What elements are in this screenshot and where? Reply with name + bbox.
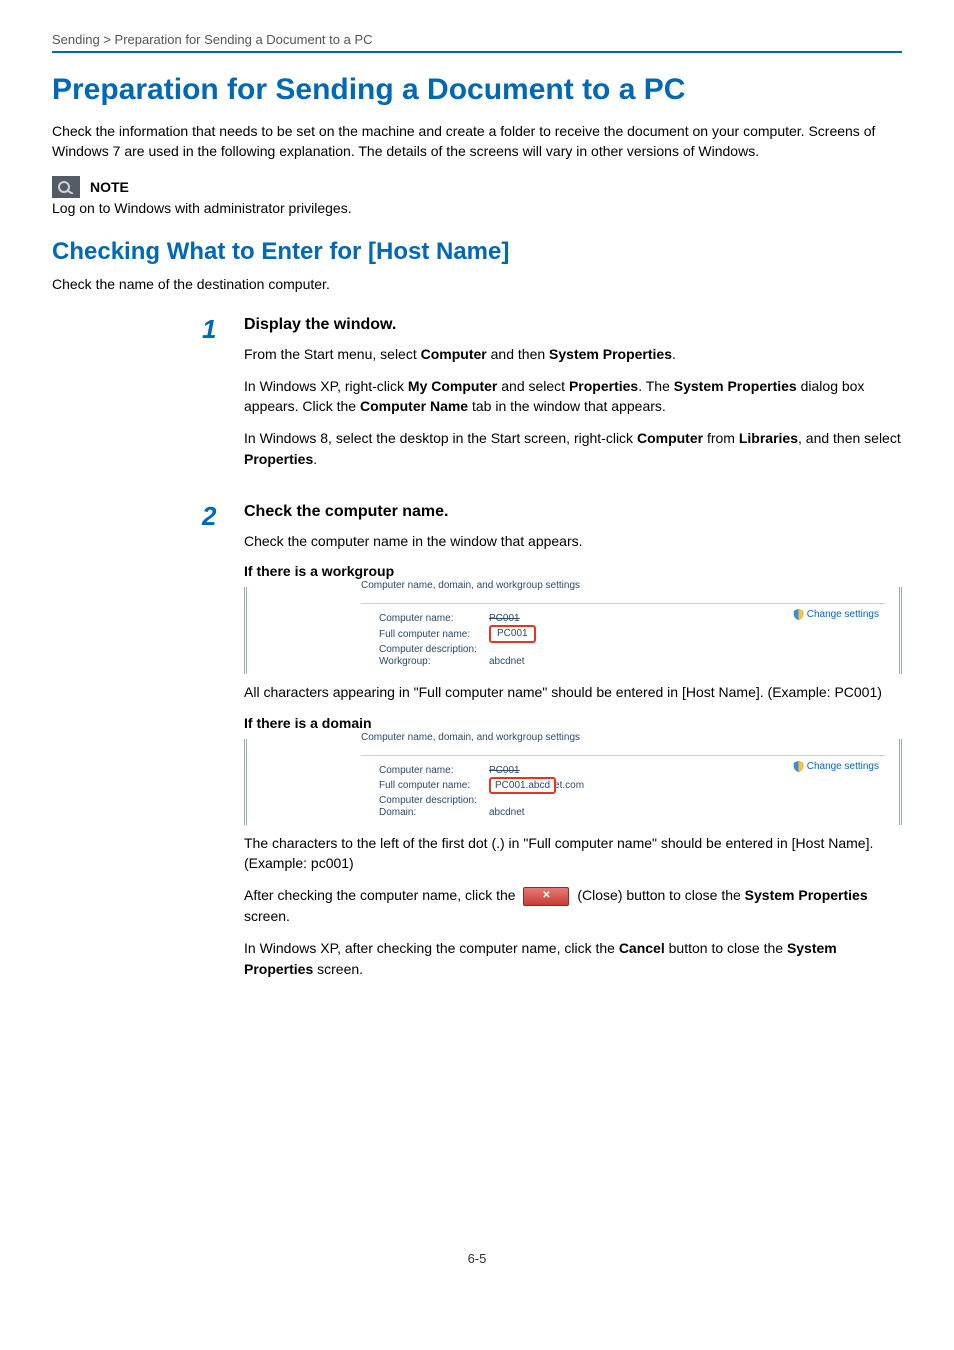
intro-text: Check the information that needs to be s…: [52, 121, 902, 162]
page-title: Preparation for Sending a Document to a …: [52, 73, 902, 107]
value: abcdnet: [489, 656, 525, 667]
close-icon: [523, 887, 569, 906]
ui-ref: System Properties: [745, 887, 868, 903]
label: Domain:: [379, 807, 489, 818]
ui-ref: Libraries: [739, 430, 798, 446]
ui-ref: My Computer: [408, 378, 497, 394]
text: and then: [487, 346, 549, 362]
label: Computer description:: [379, 795, 489, 806]
label: Computer name:: [379, 613, 489, 624]
step1-heading: Display the window.: [244, 316, 902, 334]
screenshot-domain: Computer name, domain, and workgroup set…: [244, 739, 902, 825]
label: Full computer name:: [379, 780, 489, 791]
step-number-2: 2: [202, 503, 232, 529]
change-settings-link[interactable]: Change settings: [793, 609, 879, 620]
text: screen.: [313, 961, 363, 977]
text: . The: [638, 378, 674, 394]
shield-icon: [793, 761, 804, 772]
note-text: Log on to Windows with administrator pri…: [52, 200, 902, 216]
ui-ref: System Properties: [549, 346, 672, 362]
text: In Windows XP, after checking the comput…: [244, 940, 619, 956]
highlight-box: PC001: [489, 625, 536, 643]
breadcrumb: Sending > Preparation for Sending a Docu…: [52, 32, 902, 51]
ui-ref: Computer: [637, 430, 703, 446]
text: .: [672, 346, 676, 362]
text: (Close) button to close the: [573, 887, 744, 903]
row-domain: Domain: abcdnet: [379, 807, 885, 818]
row-full-computer-name: Full computer name: PC001: [379, 625, 885, 643]
domain-explanation: The characters to the left of the first …: [244, 833, 902, 874]
value: PC001: [489, 613, 520, 624]
ui-ref: Computer: [421, 346, 487, 362]
value: PC001: [489, 765, 520, 776]
step2-heading: Check the computer name.: [244, 503, 902, 521]
xp-close-instruction: In Windows XP, after checking the comput…: [244, 938, 902, 979]
text: and select: [497, 378, 569, 394]
label: Computer name:: [379, 765, 489, 776]
value-tail: et.com: [554, 780, 584, 791]
text: from: [703, 430, 739, 446]
text: From the Start menu, select: [244, 346, 421, 362]
screenshot-workgroup: Computer name, domain, and workgroup set…: [244, 587, 902, 674]
fieldset-legend: Computer name, domain, and workgroup set…: [357, 732, 584, 743]
section-title: Checking What to Enter for [Host Name]: [52, 238, 902, 266]
row-full-computer-name: Full computer name: PC001.abcdet.com: [379, 777, 885, 794]
section-lead: Check the name of the destination comput…: [52, 276, 902, 292]
text: tab in the window that appears.: [468, 398, 666, 414]
text: , and then select: [798, 430, 901, 446]
change-settings-text: Change settings: [807, 761, 879, 772]
label: Computer description:: [379, 644, 489, 655]
note-icon: [52, 176, 80, 198]
shield-icon: [793, 609, 804, 620]
step2-lead: Check the computer name in the window th…: [244, 531, 902, 551]
row-workgroup: Workgroup: abcdnet: [379, 656, 885, 667]
ui-ref: Properties: [569, 378, 638, 394]
breadcrumb-rule: [52, 51, 902, 53]
step-2: 2 Check the computer name. Check the com…: [52, 503, 902, 991]
ui-ref: Computer Name: [360, 398, 468, 414]
ui-ref: System Properties: [674, 378, 797, 394]
text: In Windows XP, right-click: [244, 378, 408, 394]
note-label: NOTE: [90, 179, 129, 195]
text: screen.: [244, 908, 290, 924]
subhead-domain: If there is a domain: [244, 715, 902, 731]
row-computer-description: Computer description:: [379, 644, 885, 655]
ui-ref: Cancel: [619, 940, 665, 956]
ui-ref: Properties: [244, 451, 313, 467]
text: After checking the computer name, click …: [244, 887, 519, 903]
change-settings-link[interactable]: Change settings: [793, 761, 879, 772]
label: Full computer name:: [379, 629, 489, 640]
step-1: 1 Display the window. From the Start men…: [52, 316, 902, 481]
label: Workgroup:: [379, 656, 489, 667]
text: button to close the: [665, 940, 787, 956]
workgroup-explanation: All characters appearing in "Full comput…: [244, 682, 902, 702]
fieldset-legend: Computer name, domain, and workgroup set…: [357, 580, 584, 591]
change-settings-text: Change settings: [807, 609, 879, 620]
step-number-1: 1: [202, 316, 232, 342]
step1-p1: From the Start menu, select Computer and…: [244, 344, 902, 364]
text: In Windows 8, select the desktop in the …: [244, 430, 637, 446]
row-computer-description: Computer description:: [379, 795, 885, 806]
step1-p2: In Windows XP, right-click My Computer a…: [244, 376, 902, 417]
subhead-workgroup: If there is a workgroup: [244, 563, 902, 579]
step1-p3: In Windows 8, select the desktop in the …: [244, 428, 902, 469]
close-instruction: After checking the computer name, click …: [244, 885, 902, 926]
highlight-box: PC001.abcd: [489, 777, 556, 794]
value: abcdnet: [489, 807, 525, 818]
page-number: 6-5: [52, 1251, 902, 1266]
text: .: [313, 451, 317, 467]
